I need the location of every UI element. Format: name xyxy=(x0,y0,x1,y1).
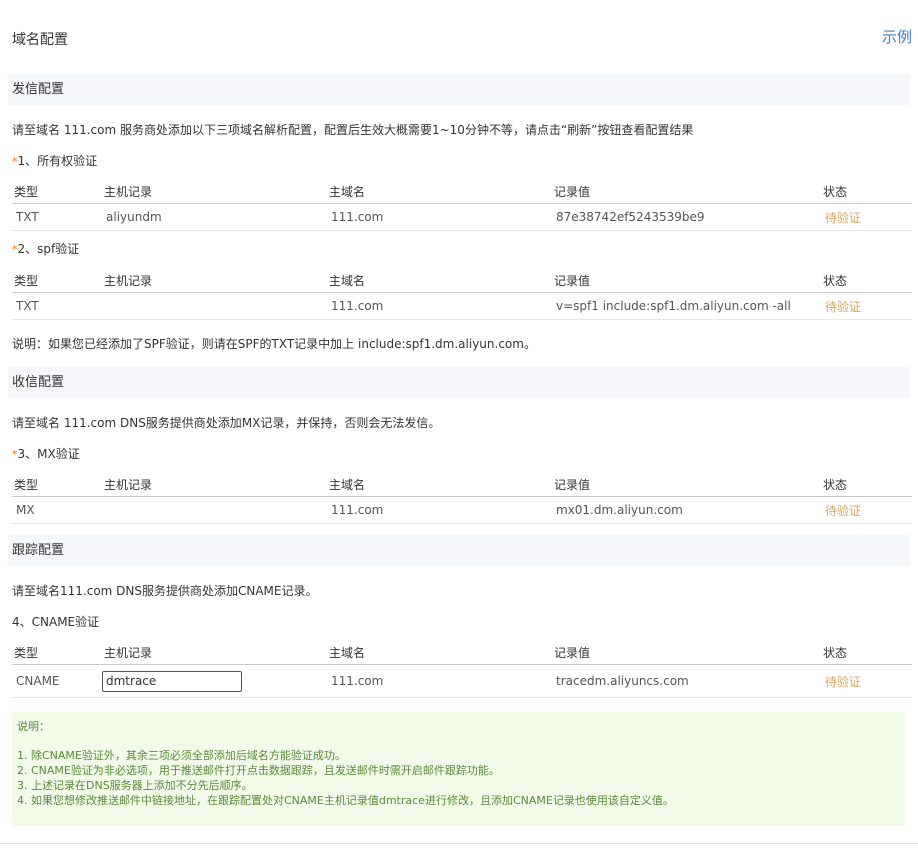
table-header-row: 类型 主机记录 主域名 记录值 状态 xyxy=(12,179,912,204)
spf-note: 说明：如果您已经添加了SPF验证，则请在SPF的TXT记录中加上 include… xyxy=(12,337,536,351)
mx-verify-title: *3、MX验证 xyxy=(12,447,80,461)
col-value: 记录值 xyxy=(552,179,821,204)
example-link[interactable]: 示例 xyxy=(882,26,912,47)
cell-value: 87e38742ef5243539be9 xyxy=(552,203,821,231)
col-host: 主机记录 xyxy=(102,472,327,497)
cell-host xyxy=(102,664,327,698)
cell-type: TXT xyxy=(12,203,102,231)
section-header-receiving: 收信配置 xyxy=(8,367,910,398)
col-status: 状态 xyxy=(821,472,912,497)
status-badge: 待验证 xyxy=(821,664,912,698)
col-status: 状态 xyxy=(821,179,912,204)
col-type: 类型 xyxy=(12,268,102,293)
table-header-row: 类型 主机记录 主域名 记录值 状态 xyxy=(12,268,912,293)
col-host: 主机记录 xyxy=(102,268,327,293)
col-status: 状态 xyxy=(821,268,912,293)
status-badge: 待验证 xyxy=(821,203,912,231)
mx-table: 类型 主机记录 主域名 记录值 状态 MX 111.com mx01.dm.al… xyxy=(12,472,912,524)
col-value: 记录值 xyxy=(552,640,821,665)
ownership-table: 类型 主机记录 主域名 记录值 状态 TXT aliyundm 111.com … xyxy=(12,179,912,231)
section-header-tracking: 跟踪配置 xyxy=(8,535,910,566)
spf-table: 类型 主机记录 主域名 记录值 状态 TXT 111.com v=spf1 in… xyxy=(12,268,912,320)
cname-verify-title: 4、CNAME验证 xyxy=(12,615,100,629)
cname-host-input[interactable] xyxy=(102,670,242,692)
ownership-verify-title: *1、所有权验证 xyxy=(12,154,98,168)
table-row: CNAME 111.com tracedm.aliyuncs.com 待验证 xyxy=(12,664,912,698)
tracking-instruction: 请至域名111.com DNS服务提供商处添加CNAME记录。 xyxy=(12,584,318,598)
cell-host xyxy=(102,496,327,524)
list-item: 1. 除CNAME验证外，其余三项必须全部添加后域名方能验证成功。 xyxy=(17,749,346,762)
col-host: 主机记录 xyxy=(102,179,327,204)
list-item: 3. 上述记录在DNS服务器上添加不分先后顺序。 xyxy=(17,779,253,792)
col-domain: 主域名 xyxy=(327,640,552,665)
notes-title: 说明： xyxy=(17,720,50,733)
table-row: MX 111.com mx01.dm.aliyun.com 待验证 xyxy=(12,496,912,524)
table-row: TXT 111.com v=spf1 include:spf1.dm.aliyu… xyxy=(12,292,912,320)
status-badge: 待验证 xyxy=(821,292,912,320)
col-domain: 主域名 xyxy=(327,472,552,497)
cell-value: mx01.dm.aliyun.com xyxy=(552,496,821,524)
cell-domain: 111.com xyxy=(327,496,552,524)
cell-domain: 111.com xyxy=(327,203,552,231)
divider xyxy=(0,843,918,844)
col-value: 记录值 xyxy=(552,472,821,497)
table-header-row: 类型 主机记录 主域名 记录值 状态 xyxy=(12,640,912,665)
col-type: 类型 xyxy=(12,179,102,204)
sending-instruction: 请至域名 111.com 服务商处添加以下三项域名解析配置，配置后生效大概需要1… xyxy=(12,123,694,137)
list-item: 2. CNAME验证为非必选项，用于推送邮件打开点击数据跟踪，且发送邮件时需开启… xyxy=(17,764,500,777)
col-status: 状态 xyxy=(821,640,912,665)
col-host: 主机记录 xyxy=(102,640,327,665)
spf-verify-title: *2、spf验证 xyxy=(12,242,80,256)
cell-value: tracedm.aliyuncs.com xyxy=(552,664,821,698)
cell-type: CNAME xyxy=(12,664,102,698)
cell-type: MX xyxy=(12,496,102,524)
cell-host: aliyundm xyxy=(102,203,327,231)
table-header-row: 类型 主机记录 主域名 记录值 状态 xyxy=(12,472,912,497)
cell-domain: 111.com xyxy=(327,664,552,698)
status-badge: 待验证 xyxy=(821,496,912,524)
cell-type: TXT xyxy=(12,292,102,320)
col-type: 类型 xyxy=(12,640,102,665)
section-header-sending: 发信配置 xyxy=(8,74,910,105)
table-row: TXT aliyundm 111.com 87e38742ef5243539be… xyxy=(12,203,912,231)
page-title: 域名配置 xyxy=(12,32,68,48)
col-type: 类型 xyxy=(12,472,102,497)
list-item: 4. 如果您想修改推送邮件中链接地址，在跟踪配置处对CNAME主机记录值dmtr… xyxy=(17,794,674,807)
receiving-instruction: 请至域名 111.com DNS服务提供商处添加MX记录，并保持，否则会无法发信… xyxy=(12,416,441,430)
notes-box: 说明： 1. 除CNAME验证外，其余三项必须全部添加后域名方能验证成功。 2.… xyxy=(12,712,905,826)
col-value: 记录值 xyxy=(552,268,821,293)
cell-host xyxy=(102,292,327,320)
cell-value: v=spf1 include:spf1.dm.aliyun.com -all xyxy=(552,292,821,320)
col-domain: 主域名 xyxy=(327,179,552,204)
cname-table: 类型 主机记录 主域名 记录值 状态 CNAME 111.com tracedm… xyxy=(12,640,912,698)
cell-domain: 111.com xyxy=(327,292,552,320)
col-domain: 主域名 xyxy=(327,268,552,293)
